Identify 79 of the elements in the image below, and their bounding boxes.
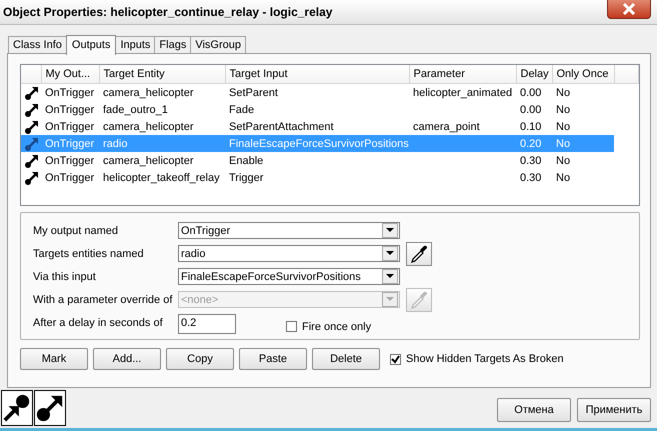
table-cell: No (552, 118, 614, 135)
table-cell-text: 0.00 (519, 102, 542, 118)
field-label: My output named (33, 224, 119, 236)
button[interactable]: Copy (166, 348, 234, 370)
dropdown-arrow-icon[interactable] (386, 251, 394, 256)
table-cell: No (552, 84, 614, 101)
button[interactable]: Mark (20, 348, 88, 370)
input-connection-icon (36, 396, 62, 422)
connection-icon (24, 102, 40, 118)
column-header[interactable]: Only Once (552, 65, 614, 84)
button[interactable]: Add... (93, 348, 161, 370)
field-label: Via this input (33, 270, 97, 282)
table-cell-text: 0.30 (519, 170, 542, 186)
table-cell: Enable (225, 152, 409, 169)
column-header[interactable]: Target Input (225, 65, 409, 84)
connection-icon (24, 152, 40, 168)
table-cell: 0.00 (516, 84, 552, 101)
button[interactable]: Применить (577, 398, 651, 422)
table-cell-text: No (555, 170, 572, 186)
close-button[interactable] (607, 0, 651, 19)
table-cell-text: Fade (228, 102, 256, 118)
field-label: After a delay in seconds of (33, 316, 164, 328)
dropdown[interactable]: radio (178, 245, 400, 262)
table-cell: 0.20 (516, 135, 552, 152)
checkbox-label: Fire once only (302, 320, 372, 332)
table-cell-text: OnTrigger (44, 170, 96, 186)
column-header[interactable]: My Out... (41, 65, 99, 84)
dropdown[interactable]: FinaleEscapeForceSurvivorPositions (178, 268, 400, 285)
table-cell: camera_helicopter (99, 118, 225, 135)
table-cell: OnTrigger (41, 118, 99, 135)
tab[interactable]: Class Info (8, 36, 67, 53)
button[interactable]: Delete (312, 348, 380, 370)
column-header[interactable]: Target Entity (99, 65, 225, 84)
table-cell: OnTrigger (41, 84, 99, 101)
button[interactable]: Paste (239, 348, 307, 370)
button[interactable]: Отмена (497, 398, 571, 422)
checkbox[interactable] (286, 321, 297, 332)
table-cell: camera_helicopter (99, 84, 225, 101)
field-label: With a parameter override of (33, 294, 174, 306)
table-cell: camera_point (409, 118, 516, 135)
tab[interactable]: Outputs (66, 35, 116, 55)
input-field[interactable]: 0.2 (178, 314, 236, 334)
picker-button[interactable] (406, 242, 432, 266)
dropdown[interactable]: OnTrigger (178, 222, 400, 239)
table-cell: 0.30 (516, 152, 552, 169)
table-cell: OnTrigger (41, 135, 99, 152)
dropdown-arrow-icon[interactable] (386, 274, 394, 279)
tab[interactable]: Flags (154, 36, 192, 53)
table-cell-text: helicopter_takeoff_relay (102, 170, 221, 186)
dropdown-arrow-icon[interactable] (386, 228, 394, 233)
table-cell: 0.10 (516, 118, 552, 135)
connection-icon (24, 136, 40, 152)
checkbox-label: Show Hidden Targets As Broken (406, 353, 564, 365)
table-cell: SetParentAttachment (225, 118, 409, 135)
eyedropper-icon (409, 290, 429, 310)
table-cell: FinaleEscapeForceSurvivorPositions (225, 135, 409, 152)
table-cell: OnTrigger (41, 152, 99, 169)
table-cell-text: Trigger (228, 170, 264, 186)
table-cell-text: No (555, 102, 572, 118)
column-header[interactable]: Parameter (409, 65, 516, 84)
connection-icon (24, 170, 40, 186)
table-cell: SetParent (225, 84, 409, 101)
eyedropper-icon (409, 244, 429, 264)
close-icon[interactable] (622, 3, 636, 15)
tab[interactable]: Inputs (115, 36, 156, 53)
column-header[interactable]: Delay (516, 65, 552, 84)
table-cell-text: OnTrigger (44, 102, 96, 118)
tab[interactable]: VisGroup (190, 36, 246, 53)
window-title: Object Properties: helicopter_continue_relay - logic_relay (3, 5, 332, 19)
table-cell-text: fade_outro_1 (102, 102, 169, 118)
field-label: Targets entities named (33, 248, 145, 260)
checkbox[interactable] (390, 354, 401, 364)
connection-icon (24, 118, 40, 134)
table-cell: No (552, 135, 614, 152)
table-cell: radio (99, 135, 225, 152)
table-cell: helicopter_animated (409, 84, 516, 101)
table-cell: No (552, 152, 614, 169)
table-cell: camera_helicopter (99, 152, 225, 169)
connection-icon (24, 84, 40, 100)
